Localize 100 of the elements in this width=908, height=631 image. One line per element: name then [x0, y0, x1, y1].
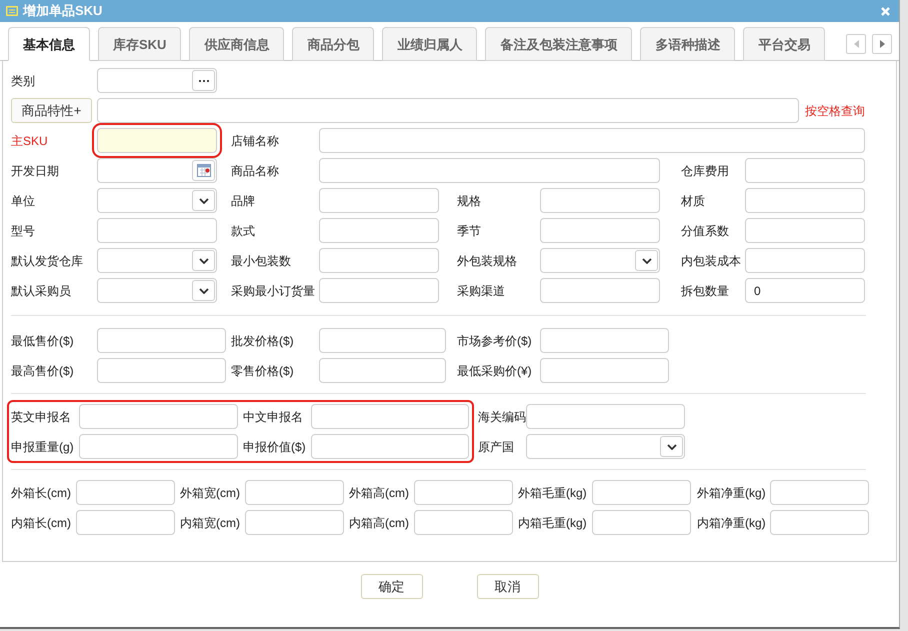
- field-label: 外箱净重(kg): [697, 484, 767, 502]
- input-field[interactable]: [76, 480, 175, 505]
- field-label: 季节: [457, 222, 482, 240]
- field-label: 拆包数量: [681, 282, 730, 300]
- field-label: 默认采购员: [11, 282, 72, 300]
- dropdown-field[interactable]: [540, 248, 660, 273]
- tab[interactable]: 库存SKU: [98, 27, 182, 61]
- input-field[interactable]: [245, 510, 344, 535]
- input-field[interactable]: [245, 480, 344, 505]
- date-field[interactable]: [97, 158, 217, 183]
- input-field[interactable]: [414, 480, 513, 505]
- field-label: 单位: [11, 192, 36, 210]
- close-button[interactable]: [881, 6, 890, 16]
- chevron-down-icon: [198, 258, 208, 264]
- tab[interactable]: 业绩归属人: [382, 27, 478, 61]
- field-label: 最小包装数: [231, 252, 292, 270]
- input-field[interactable]: [745, 158, 865, 183]
- search-field[interactable]: [97, 98, 799, 123]
- input-field[interactable]: [526, 404, 685, 429]
- more-button[interactable]: [192, 70, 215, 91]
- input-field[interactable]: [79, 404, 238, 429]
- calendar-button[interactable]: [192, 160, 215, 181]
- input-field[interactable]: [319, 248, 439, 273]
- field-label: 默认发货仓库: [11, 252, 84, 270]
- tab[interactable]: 供应商信息: [189, 27, 284, 61]
- input-field[interactable]: [319, 128, 865, 153]
- dropdown-button[interactable]: [192, 250, 215, 271]
- window-icon: [6, 6, 18, 16]
- field-label: 款式: [231, 222, 256, 240]
- window-title: 增加单品SKU: [23, 2, 102, 20]
- tab[interactable]: 商品分包: [292, 27, 374, 61]
- input-field[interactable]: [97, 358, 226, 383]
- input-field[interactable]: [97, 218, 217, 243]
- input-field[interactable]: [745, 248, 865, 273]
- chevron-down-icon: [198, 288, 208, 294]
- field-label: 采购最小订货量: [231, 282, 316, 300]
- input-field[interactable]: [79, 434, 238, 459]
- cancel-button[interactable]: 取消: [476, 574, 538, 599]
- dropdown-button[interactable]: [635, 250, 658, 271]
- tab[interactable]: 备注及包装注意事项: [485, 27, 632, 61]
- input-field[interactable]: [540, 188, 660, 213]
- field-label: 外箱长(cm): [11, 484, 72, 502]
- input-field[interactable]: [97, 328, 226, 353]
- input-field[interactable]: [540, 328, 669, 353]
- calendar-icon: [196, 164, 210, 177]
- field-label: 规格: [457, 192, 482, 210]
- tab-scroll-button[interactable]: [872, 34, 892, 54]
- field-label: 采购渠道: [457, 282, 506, 300]
- input-field[interactable]: [770, 510, 869, 535]
- field-label: 最高售价($): [11, 362, 75, 380]
- field-label: 海关编码: [478, 408, 526, 426]
- picker-field[interactable]: [97, 68, 217, 93]
- add-attribute-button[interactable]: 商品特性+: [11, 98, 92, 123]
- input-field[interactable]: 0: [745, 278, 865, 303]
- input-field[interactable]: [540, 218, 660, 243]
- input-field[interactable]: [76, 510, 175, 535]
- field-label: 内箱长(cm): [11, 514, 72, 532]
- tab[interactable]: 基本信息: [8, 27, 90, 61]
- input-field[interactable]: [319, 218, 439, 243]
- field-label: 零售价格($): [231, 362, 295, 380]
- field-label: 分值系数: [681, 222, 730, 240]
- dropdown-field[interactable]: [97, 278, 217, 303]
- input-field[interactable]: [311, 434, 469, 459]
- field-label: 内包装成本: [681, 252, 742, 270]
- tab[interactable]: 平台交易: [743, 27, 826, 61]
- input-field[interactable]: [311, 404, 469, 429]
- input-field[interactable]: [319, 158, 660, 183]
- input-field[interactable]: [319, 188, 439, 213]
- close-icon: [881, 6, 890, 16]
- input-field[interactable]: [540, 358, 669, 383]
- input-field[interactable]: [592, 480, 691, 505]
- chevron-down-icon: [198, 198, 208, 204]
- field-label: 品牌: [231, 192, 256, 210]
- input-field[interactable]: [540, 278, 660, 303]
- confirm-button[interactable]: 确定: [360, 574, 422, 599]
- dropdown-button[interactable]: [192, 280, 215, 301]
- tab[interactable]: 多语种描述: [640, 27, 736, 61]
- dropdown-button[interactable]: [192, 190, 215, 211]
- dropdown-field[interactable]: [526, 434, 685, 459]
- field-label: 外箱高(cm): [349, 484, 410, 502]
- input-field[interactable]: [745, 188, 865, 213]
- input-field[interactable]: [745, 218, 865, 243]
- field-label: 内箱净重(kg): [697, 514, 767, 532]
- field-label: 主SKU: [11, 132, 49, 150]
- field-label: 原产国: [478, 438, 515, 456]
- dropdown-field[interactable]: [97, 188, 217, 213]
- input-field[interactable]: [592, 510, 691, 535]
- dropdown-button[interactable]: [660, 436, 683, 457]
- input-field[interactable]: [319, 328, 446, 353]
- field-label: 批发价格($): [231, 332, 295, 350]
- search-hint: 按空格查询: [805, 102, 865, 120]
- input-field[interactable]: [770, 480, 869, 505]
- input-field[interactable]: [319, 278, 439, 303]
- input-field[interactable]: [319, 358, 446, 383]
- field-label: 类别: [11, 72, 36, 90]
- field-label: 外箱宽(cm): [180, 484, 241, 502]
- dropdown-field[interactable]: [97, 248, 217, 273]
- input-field[interactable]: [414, 510, 513, 535]
- field-label: 仓库费用: [681, 162, 730, 180]
- field-label: 外箱毛重(kg): [518, 484, 588, 502]
